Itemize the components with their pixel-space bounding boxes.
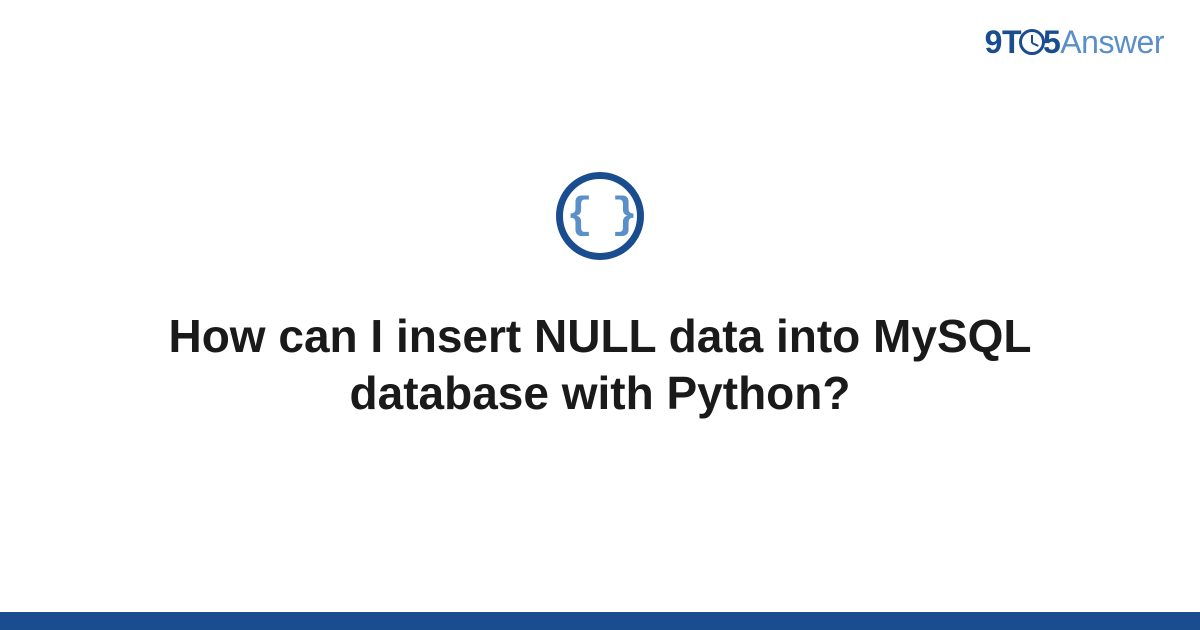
footer-bar [0, 612, 1200, 630]
main-content: { } How can I insert NULL data into MySQ… [0, 0, 1200, 630]
code-braces-icon: { } [556, 172, 644, 260]
icon-wrapper: { } [556, 172, 644, 260]
question-title: How can I insert NULL data into MySQL da… [140, 308, 1060, 423]
